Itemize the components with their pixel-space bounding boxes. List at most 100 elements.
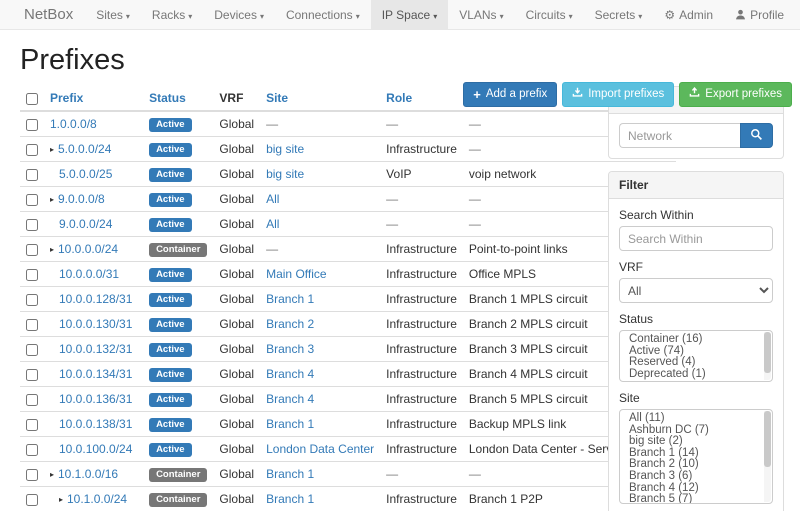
row-checkbox[interactable] bbox=[26, 469, 38, 481]
prefix-link[interactable]: 10.0.0.0/24 bbox=[58, 242, 118, 256]
prefix-link[interactable]: 10.1.0.0/16 bbox=[58, 467, 118, 481]
row-checkbox[interactable] bbox=[26, 194, 38, 206]
row-checkbox[interactable] bbox=[26, 344, 38, 356]
prefix-link[interactable]: 10.0.0.134/31 bbox=[59, 367, 132, 381]
table-row: ▸9.0.0.0/8 Active Global All — — bbox=[20, 187, 676, 212]
netbox-logo[interactable]: NetBox bbox=[12, 0, 85, 29]
add-prefix-button[interactable]: + Add a prefix bbox=[463, 82, 557, 107]
site-link[interactable]: All bbox=[266, 192, 279, 206]
row-checkbox[interactable] bbox=[26, 494, 38, 506]
export-prefixes-button[interactable]: Export prefixes bbox=[679, 82, 792, 107]
search-input[interactable] bbox=[619, 123, 740, 148]
search-within-input[interactable] bbox=[619, 226, 773, 251]
site-link[interactable]: Branch 3 bbox=[266, 342, 314, 356]
sidebar: Search Filter Search Within bbox=[608, 86, 784, 511]
prefix-link[interactable]: 10.0.0.0/31 bbox=[59, 267, 119, 281]
table-row: 1.0.0.0/8 Active Global — — — bbox=[20, 111, 676, 137]
nav-item-sites[interactable]: Sites▾ bbox=[85, 0, 141, 29]
prefix-link[interactable]: 10.0.0.130/31 bbox=[59, 317, 132, 331]
row-checkbox[interactable] bbox=[26, 444, 38, 456]
nav-item-secrets[interactable]: Secrets▾ bbox=[584, 0, 654, 29]
status-listbox[interactable]: Container (16)Active (74)Reserved (4)Dep… bbox=[619, 330, 773, 382]
prefix-link[interactable]: 5.0.0.0/24 bbox=[58, 142, 111, 156]
prefix-link[interactable]: 10.0.100.0/24 bbox=[59, 442, 132, 456]
row-checkbox[interactable] bbox=[26, 169, 38, 181]
row-checkbox[interactable] bbox=[26, 269, 38, 281]
nav-item-circuits[interactable]: Circuits▾ bbox=[515, 0, 584, 29]
list-option[interactable]: Container (16) bbox=[620, 334, 772, 346]
empty-dash: — bbox=[469, 117, 481, 131]
search-icon bbox=[750, 128, 763, 144]
chevron-down-icon: ▾ bbox=[260, 12, 264, 21]
status-badge: Active bbox=[149, 418, 192, 432]
row-checkbox[interactable] bbox=[26, 419, 38, 431]
site-link[interactable]: Branch 1 bbox=[266, 492, 314, 506]
row-checkbox[interactable] bbox=[26, 319, 38, 331]
search-button[interactable] bbox=[740, 123, 773, 148]
import-prefixes-button[interactable]: Import prefixes bbox=[562, 82, 674, 107]
vrf-value: Global bbox=[219, 117, 254, 131]
row-checkbox[interactable] bbox=[26, 369, 38, 381]
role-value: Infrastructure bbox=[386, 342, 457, 356]
scrollbar[interactable] bbox=[764, 411, 771, 502]
description-value: Branch 2 MPLS circuit bbox=[469, 317, 588, 331]
scrollbar[interactable] bbox=[764, 332, 771, 380]
site-link[interactable]: Branch 1 bbox=[266, 467, 314, 481]
prefix-link[interactable]: 5.0.0.0/25 bbox=[59, 167, 112, 181]
nav-item-vlans[interactable]: VLANs▾ bbox=[448, 0, 514, 29]
row-checkbox[interactable] bbox=[26, 244, 38, 256]
prefix-link[interactable]: 10.0.0.138/31 bbox=[59, 417, 132, 431]
status-badge: Container bbox=[149, 493, 207, 507]
select-all-checkbox[interactable] bbox=[26, 93, 38, 105]
nav-item-racks[interactable]: Racks▾ bbox=[141, 0, 203, 29]
prefix-table: PrefixStatusVRFSiteRoleDescription 1.0.0… bbox=[20, 86, 676, 511]
row-checkbox[interactable] bbox=[26, 294, 38, 306]
list-option[interactable]: Branch 3 (6) bbox=[620, 471, 772, 483]
column-header-role[interactable]: Role bbox=[380, 86, 463, 111]
site-link[interactable]: Branch 1 bbox=[266, 417, 314, 431]
column-header-site[interactable]: Site bbox=[260, 86, 380, 111]
row-checkbox[interactable] bbox=[26, 119, 38, 131]
vrf-select[interactable]: All bbox=[619, 278, 773, 303]
status-badge: Active bbox=[149, 143, 192, 157]
log-out-menu-item[interactable]: Log out bbox=[795, 0, 800, 29]
prefix-link[interactable]: 10.0.0.136/31 bbox=[59, 392, 132, 406]
admin-menu-item[interactable]: ⚙ Admin bbox=[653, 0, 724, 29]
site-link[interactable]: Branch 4 bbox=[266, 392, 314, 406]
prefix-link[interactable]: 9.0.0.0/8 bbox=[58, 192, 105, 206]
site-link[interactable]: Main Office bbox=[266, 267, 326, 281]
nav-item-ip-space[interactable]: IP Space▾ bbox=[371, 0, 449, 29]
site-link[interactable]: Branch 4 bbox=[266, 367, 314, 381]
profile-menu-item[interactable]: Profile bbox=[724, 0, 795, 29]
site-link[interactable]: big site bbox=[266, 167, 304, 181]
empty-dash: — bbox=[469, 142, 481, 156]
site-link[interactable]: Branch 1 bbox=[266, 292, 314, 306]
prefix-link[interactable]: 10.1.0.0/24 bbox=[67, 492, 127, 506]
row-checkbox[interactable] bbox=[26, 144, 38, 156]
table-row: 10.0.100.0/24 Active Global London Data … bbox=[20, 437, 676, 462]
table-row: ▸10.0.0.0/24 Container Global — Infrastr… bbox=[20, 237, 676, 262]
site-link[interactable]: big site bbox=[266, 142, 304, 156]
nav-item-connections[interactable]: Connections▾ bbox=[275, 0, 371, 29]
column-header-status[interactable]: Status bbox=[143, 86, 213, 111]
prefix-link[interactable]: 10.0.0.128/31 bbox=[59, 292, 132, 306]
prefix-link[interactable]: 9.0.0.0/24 bbox=[59, 217, 112, 231]
site-link[interactable]: Branch 2 bbox=[266, 317, 314, 331]
row-checkbox[interactable] bbox=[26, 219, 38, 231]
prefix-link[interactable]: 10.0.0.132/31 bbox=[59, 342, 132, 356]
column-header-prefix[interactable]: Prefix bbox=[44, 86, 143, 111]
nav-item-devices[interactable]: Devices▾ bbox=[203, 0, 275, 29]
list-option[interactable]: All (11) bbox=[620, 413, 772, 425]
site-link[interactable]: All bbox=[266, 217, 279, 231]
select-all-header bbox=[20, 86, 44, 111]
description-value: Branch 1 MPLS circuit bbox=[469, 292, 588, 306]
chevron-down-icon: ▾ bbox=[356, 12, 360, 21]
filter-panel: Filter Search Within VRF All Status Cont… bbox=[608, 171, 784, 511]
description-value: Branch 3 MPLS circuit bbox=[469, 342, 588, 356]
site-listbox[interactable]: All (11)Ashburn DC (7)big site (2)Branch… bbox=[619, 409, 773, 504]
site-link[interactable]: London Data Center bbox=[266, 442, 374, 456]
list-option[interactable]: Branch 5 (7) bbox=[620, 494, 772, 504]
list-option[interactable]: Deprecated (1) bbox=[620, 369, 772, 381]
prefix-link[interactable]: 1.0.0.0/8 bbox=[50, 117, 97, 131]
row-checkbox[interactable] bbox=[26, 394, 38, 406]
